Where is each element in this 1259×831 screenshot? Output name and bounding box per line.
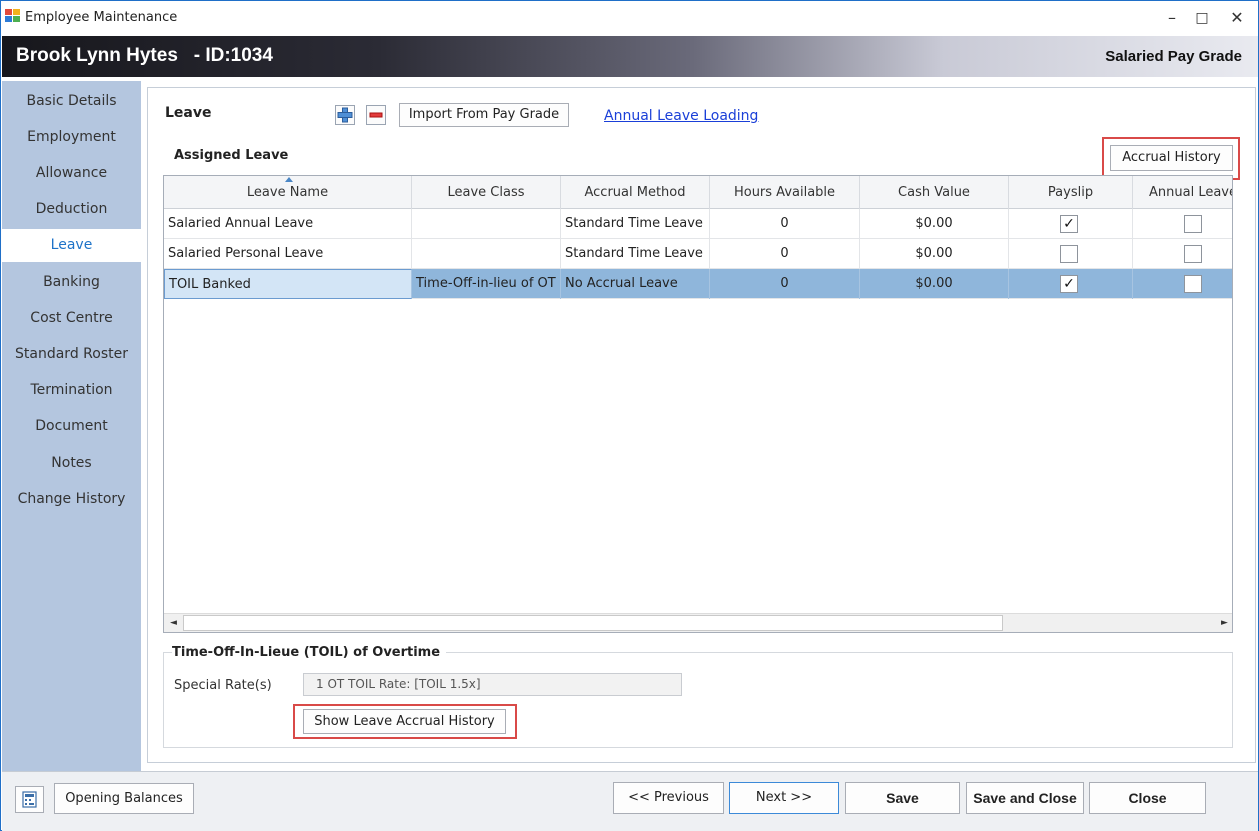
sidebar-item-notes[interactable]: Notes	[2, 448, 141, 478]
save-and-close-button[interactable]: Save and Close	[966, 782, 1084, 814]
table-row-selected[interactable]: TOIL Banked Time-Off-in-lieu of OT No Ac…	[164, 269, 1232, 299]
minimize-button[interactable]: –	[1158, 7, 1186, 29]
next-button[interactable]: Next >>	[729, 782, 839, 814]
sidebar-item-employment[interactable]: Employment	[2, 122, 141, 152]
sidebar-item-leave[interactable]: Leave	[2, 229, 141, 262]
close-window-button[interactable]: ✕	[1223, 7, 1251, 29]
sidebar-item-deduction[interactable]: Deduction	[2, 194, 141, 224]
leave-heading: Leave	[165, 105, 212, 121]
title-bar: Employee Maintenance – □ ✕	[1, 1, 1258, 35]
previous-button[interactable]: << Previous	[613, 782, 724, 814]
employee-maintenance-window: Employee Maintenance – □ ✕ Brook Lynn Hy…	[0, 0, 1259, 831]
cell-leave-name: Salaried Personal Leave	[164, 239, 412, 269]
sidebar-item-change-history[interactable]: Change History	[2, 484, 141, 514]
sidebar-item-allowance[interactable]: Allowance	[2, 158, 141, 188]
cell-payslip: ✓	[1009, 209, 1133, 239]
show-leave-accrual-history-button[interactable]: Show Leave Accrual History	[303, 709, 506, 734]
column-leave-class[interactable]: Leave Class	[412, 176, 561, 209]
import-from-pay-grade-button[interactable]: Import From Pay Grade	[399, 103, 569, 127]
accrual-history-button[interactable]: Accrual History	[1110, 145, 1233, 171]
column-annual-leave[interactable]: Annual Leave	[1133, 176, 1232, 209]
close-button[interactable]: Close	[1089, 782, 1206, 814]
payslip-checkbox[interactable]	[1060, 245, 1078, 263]
toil-heading: Time-Off-In-Lieue (TOIL) of Overtime	[172, 645, 447, 660]
cell-accrual-method: No Accrual Leave	[561, 269, 710, 299]
column-payslip[interactable]: Payslip	[1009, 176, 1133, 209]
annual-leave-checkbox[interactable]	[1184, 275, 1202, 293]
sidebar-item-banking[interactable]: Banking	[2, 267, 141, 297]
sidebar-item-cost-centre[interactable]: Cost Centre	[2, 303, 141, 333]
cell-leave-name: TOIL Banked	[164, 269, 412, 299]
payslip-checkbox[interactable]: ✓	[1060, 275, 1078, 293]
column-hours-available[interactable]: Hours Available	[710, 176, 860, 209]
cell-cash-value: $0.00	[860, 209, 1009, 239]
cell-annual-leave	[1133, 209, 1232, 239]
cell-accrual-method: Standard Time Leave	[561, 209, 710, 239]
assigned-leave-grid: Leave Name Leave Class Accrual Method Ho…	[163, 175, 1233, 633]
add-leave-button[interactable]	[335, 105, 355, 125]
cell-leave-class	[412, 209, 561, 239]
cell-payslip	[1009, 239, 1133, 269]
calculator-button[interactable]	[15, 786, 44, 813]
cell-cash-value: $0.00	[860, 239, 1009, 269]
column-accrual-method[interactable]: Accrual Method	[561, 176, 710, 209]
grid-header: Leave Name Leave Class Accrual Method Ho…	[164, 176, 1232, 209]
save-button[interactable]: Save	[845, 782, 960, 814]
column-leave-name[interactable]: Leave Name	[164, 176, 412, 209]
special-rates-label: Special Rate(s)	[174, 678, 272, 693]
cell-leave-name: Salaried Annual Leave	[164, 209, 412, 239]
assigned-leave-heading: Assigned Leave	[174, 148, 289, 163]
cell-accrual-method: Standard Time Leave	[561, 239, 710, 269]
table-row[interactable]: Salaried Personal Leave Standard Time Le…	[164, 239, 1232, 269]
grid-horizontal-scrollbar[interactable]: ◄ ►	[164, 613, 1232, 632]
cell-annual-leave	[1133, 239, 1232, 269]
scroll-right-button[interactable]: ►	[1215, 614, 1232, 632]
payslip-checkbox[interactable]: ✓	[1060, 215, 1078, 233]
scrollbar-thumb[interactable]	[183, 615, 1003, 631]
employee-header: Brook Lynn Hytes - ID:1034 Salaried Pay …	[2, 36, 1258, 77]
special-rates-field[interactable]: 1 OT TOIL Rate: [TOIL 1.5x]	[303, 673, 682, 696]
sidebar-item-termination[interactable]: Termination	[2, 375, 141, 405]
remove-leave-button[interactable]	[366, 105, 386, 125]
sidebar-item-standard-roster[interactable]: Standard Roster	[2, 339, 141, 369]
cell-hours-available: 0	[710, 209, 860, 239]
cell-leave-class	[412, 239, 561, 269]
table-row[interactable]: Salaried Annual Leave Standard Time Leav…	[164, 209, 1232, 239]
annual-leave-checkbox[interactable]	[1184, 245, 1202, 263]
window-title: Employee Maintenance	[25, 10, 178, 25]
cell-annual-leave	[1133, 269, 1232, 299]
sidebar-item-basic-details[interactable]: Basic Details	[2, 86, 141, 116]
minus-icon	[369, 112, 383, 118]
scroll-left-button[interactable]: ◄	[164, 614, 183, 632]
cell-cash-value: $0.00	[860, 269, 1009, 299]
annual-leave-loading-link[interactable]: Annual Leave Loading	[604, 108, 758, 124]
annual-leave-checkbox[interactable]	[1184, 215, 1202, 233]
cell-hours-available: 0	[710, 269, 860, 299]
column-cash-value[interactable]: Cash Value	[860, 176, 1009, 209]
employee-name: Brook Lynn Hytes - ID:1034	[16, 45, 273, 66]
cell-payslip: ✓	[1009, 269, 1133, 299]
pay-grade-label: Salaried Pay Grade	[1105, 48, 1242, 65]
cell-hours-available: 0	[710, 239, 860, 269]
sort-ascending-icon	[285, 177, 293, 182]
cell-leave-class: Time-Off-in-lieu of OT	[412, 269, 561, 299]
sidebar-item-document[interactable]: Document	[2, 411, 141, 441]
opening-balances-button[interactable]: Opening Balances	[54, 783, 194, 814]
app-icon	[5, 9, 21, 23]
maximize-button[interactable]: □	[1188, 7, 1216, 29]
calculator-icon	[22, 791, 37, 808]
sidebar-nav: Basic Details Employment Allowance Deduc…	[2, 81, 141, 771]
plus-icon	[337, 107, 353, 123]
